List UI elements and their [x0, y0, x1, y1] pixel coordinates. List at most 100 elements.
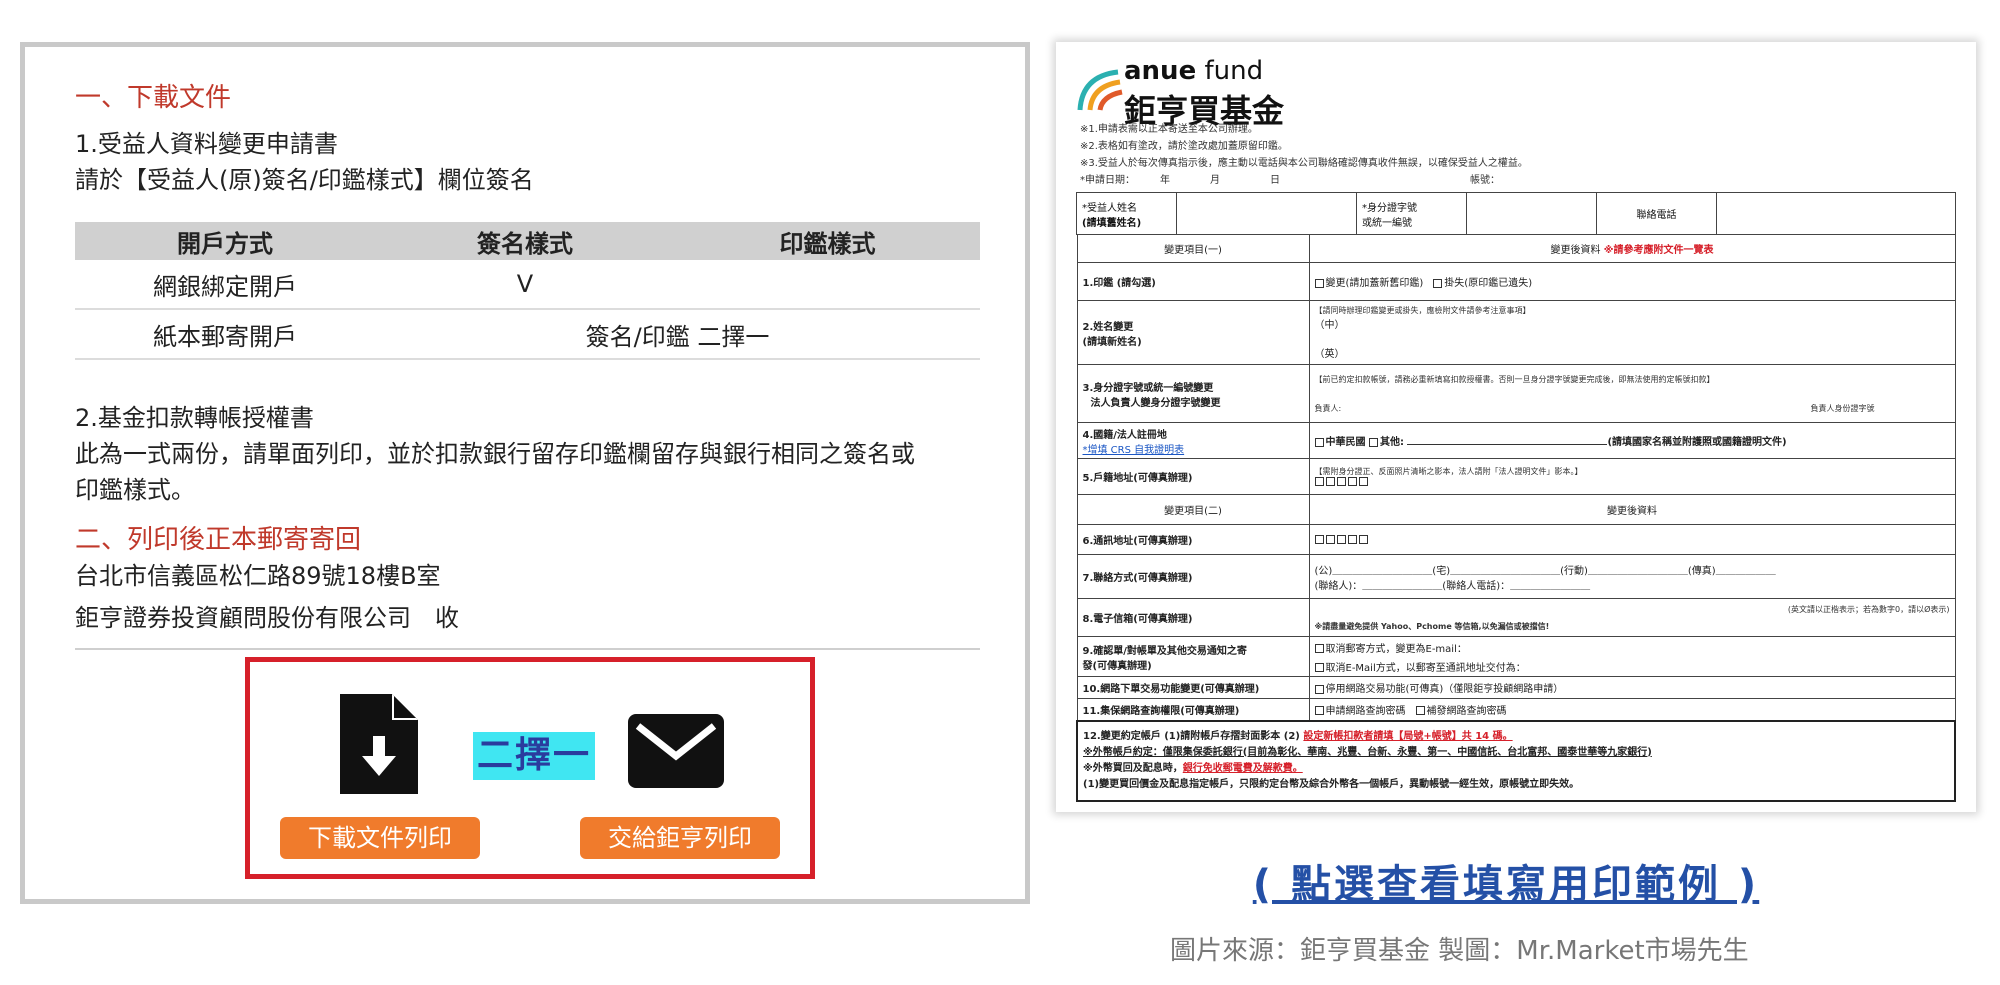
table-row: 8.電子信箱(可傳真辦理) (英文請以正楷表示；若為數字0，請以Ø表示) ※請盡量…	[1076, 598, 1956, 637]
row-note: (英文請以正楷表示；若為數字0，請以Ø表示)	[1787, 604, 1950, 614]
row-label-contact: 7.聯絡方式(可傳真辦理)	[1076, 554, 1310, 599]
row-sub-label: 負責人身份證字號	[1810, 403, 1875, 413]
section2-title: 二、列印後正本郵寄寄回	[75, 525, 362, 555]
table-row: 5.戶籍地址(可傳真辦理) 【需附身分證正、反面照片清晰之影本，法人請附「法人證…	[1076, 458, 1956, 495]
crs-link[interactable]: *增填 CRS 自我證明表	[1083, 441, 1304, 456]
item2-desc-line1: 此為一式兩份，請單面列印，並於扣款銀行留存印鑑欄留存與銀行相同之簽名或	[75, 440, 915, 468]
form-table: *受益人姓名 (請填舊姓名) *身分證字號 或統一編號 聯絡電話	[1076, 192, 1956, 235]
checkbox[interactable]	[1314, 706, 1324, 716]
label-name-note: (請填舊姓名)	[1082, 217, 1142, 229]
option-text: 中華民國	[1325, 437, 1366, 448]
table-row: 9.確認單/對帳單及其他交易通知之寄 發(可傳真辦理) 取消郵寄方式，變更為E-m…	[1076, 636, 1956, 677]
header-after-1: 變更後資料 ※請參考應附文件一覽表	[1308, 234, 1956, 263]
item1-title: 1.受益人資料變更申請書	[75, 130, 338, 158]
row-label-query: 11.集保網路查詢權限(可傳真辦理)	[1076, 698, 1310, 721]
either-one-badge: 二擇一	[473, 732, 595, 780]
label-name: *受益人姓名	[1082, 202, 1137, 214]
col-header-signature: 簽名樣式	[477, 229, 573, 258]
cell-merged-choice: 簽名/印鑑 二擇一	[585, 322, 770, 351]
table-header: 開戶方式 簽名樣式 印鑑樣式	[75, 222, 980, 260]
row-zh: （中）	[1314, 320, 1345, 331]
label-id: *身分證字號	[1362, 202, 1417, 214]
checkbox[interactable]	[1314, 278, 1324, 288]
table-row: 12.變更約定帳戶 (1)請附帳戶存摺封面影本 (2) 設定新帳扣款者請填【局號…	[1076, 719, 1956, 802]
table-row: 紙本郵寄開戶 簽名/印鑑 二擇一	[75, 310, 980, 360]
account-change-text: ※外幣買回及配息時，	[1083, 762, 1183, 774]
contact-line: (公)＿＿＿＿＿＿＿＿＿＿(宅)＿＿＿＿＿＿＿＿＿＿＿(行動)＿＿＿＿＿＿＿＿＿…	[1314, 565, 1776, 577]
mail-print-button[interactable]: 交給鉅亨列印	[580, 817, 780, 859]
beneficiary-change-form-preview[interactable]: anue fund 鉅亨買基金 ※1.申請表需以正本寄送至本公司辦理。 ※2.表…	[1056, 42, 1976, 812]
table-row: 2.姓名變更 (請填新姓名) 【請同時辦理印鑑變更或掛失，應檢附文件請參考注意事項…	[1076, 300, 1956, 365]
logo-english: anue fund	[1124, 56, 1264, 86]
row-label-email: 8.電子信箱(可傳真辦理)	[1076, 598, 1310, 637]
row-note: 【需附身分證正、反面照片清晰之影本，法人請附「法人證明文件」影本。】	[1314, 466, 1583, 476]
form-note: ※1.申請表需以正本寄送至本公司辦理。	[1080, 124, 1258, 135]
print-option-box: 二擇一 下載文件列印 交給鉅亨列印	[245, 657, 815, 879]
table-row: 11.集保網路查詢權限(可傳真辦理) 申請網路查詢密碼 補發網路查詢密碼	[1076, 698, 1956, 721]
checkbox[interactable]	[1368, 437, 1378, 447]
table-row: 10.網路下單交易功能變更(可傳真辦理) 停用網路交易功能(可傳真)（僅限鉅亨投…	[1076, 676, 1956, 699]
row-sub-label: 負責人:	[1314, 403, 1342, 413]
cell-method: 網銀綁定開戶	[153, 272, 297, 301]
table-row: 1.印鑑 (請勾選) 變更(請加蓋新舊印鑑) 掛失(原印鑑已遺失)	[1076, 262, 1956, 301]
row-label-id-change: 3.身分證字號或統一編號變更	[1082, 382, 1214, 394]
row-label-statement-2: 發(可傳真辦理)	[1082, 660, 1152, 672]
section1-title: 一、下載文件	[75, 83, 232, 113]
field-id[interactable]	[1466, 192, 1597, 235]
option-note: (請填國家名稱並附護照或國籍證明文件)	[1607, 437, 1787, 448]
image-source-credit: 圖片來源：鉅亨買基金 製圖：Mr.Market市場先生	[1170, 936, 1749, 966]
checkbox[interactable]	[1314, 437, 1324, 447]
table-row: *受益人姓名 (請填舊姓名) *身分證字號 或統一編號 聯絡電話	[1076, 192, 1956, 235]
form-note: *申請日期： 年 月 日 帳號：	[1080, 175, 1500, 186]
row-label-id-change-2: 法人負責人變身分證字號變更	[1090, 397, 1221, 409]
row-note: 【前已約定扣款帳號，請務必重新填寫扣款授權書。否則一旦身分證字號變更完成後，即無…	[1314, 374, 1715, 384]
header-items-1: 變更項目(一)	[1076, 234, 1310, 263]
field-name[interactable]	[1176, 192, 1357, 235]
option-text: 掛失(原印鑑已遺失)	[1444, 278, 1533, 289]
table-row: 網銀綁定開戶 V	[75, 260, 980, 310]
row-label-nationality: 4.國籍/法人註冊地	[1082, 429, 1167, 441]
view-example-link[interactable]: ( 點選查看填寫用印範例 )	[1216, 852, 1796, 910]
download-instructions-panel: 一、下載文件 1.受益人資料變更申請書 請於【受益人(原)簽名/印鑑樣式】欄位簽…	[20, 42, 1030, 904]
account-change-red: 設定新帳扣款者請填【局號+帳號】共 14 碼。	[1303, 730, 1513, 742]
account-change-text: ※外幣帳戶約定：僅限集保委託銀行(目前為彰化、華南、兆豐、台新、永豐、第一、中國…	[1083, 746, 1652, 758]
row-note: 【請同時辦理印鑑變更或掛失，應檢附文件請參考注意事項】	[1314, 306, 1531, 315]
row-label-statement: 9.確認單/對帳單及其他交易通知之寄	[1082, 645, 1247, 657]
envelope-icon	[628, 714, 724, 788]
row-label-seal: 1.印鑑 (請勾選)	[1076, 262, 1310, 301]
col-header-seal: 印鑑樣式	[779, 229, 876, 258]
checkbox[interactable]	[1415, 706, 1425, 716]
form-note: ※3.受益人於每次傳真指示後，應主動以電話與本公司聯絡確認傳真收件無誤，以確保受…	[1080, 158, 1528, 169]
cell-method: 紙本郵寄開戶	[153, 322, 297, 351]
table-row: 變更項目(二) 變更後資料	[1076, 494, 1956, 525]
option-text: 補發網路查詢密碼	[1426, 705, 1507, 717]
change-items-table: 變更項目(一) 變更後資料 ※請參考應附文件一覽表 1.印鑑 (請勾選) 變更(…	[1076, 234, 1956, 802]
option-text: 停用網路交易功能(可傳真)（僅限鉅亨投顧網路申請）	[1325, 684, 1564, 695]
header-items-2: 變更項目(二)	[1076, 494, 1310, 525]
table-row: 變更項目(一) 變更後資料 ※請參考應附文件一覽表	[1076, 234, 1956, 263]
checkbox[interactable]	[1314, 684, 1324, 694]
row-note: ※請盡量避免提供 Yahoo、Pchome 等信箱,以免漏信或被擋信!	[1314, 621, 1550, 631]
option-text: 取消E-Mail方式，以郵寄至通訊地址交付為：	[1325, 662, 1526, 674]
item2-title: 2.基金扣款轉帳授權書	[75, 404, 314, 432]
label-id-note: 或統一編號	[1362, 217, 1412, 229]
mailing-address: 台北市信義區松仁路89號18樓B室	[75, 562, 441, 590]
divider	[75, 648, 980, 650]
checkbox[interactable]	[1433, 278, 1443, 288]
checkbox[interactable]	[1314, 663, 1324, 672]
field-phone[interactable]	[1716, 192, 1956, 235]
row-label-mail-address: 6.通訊地址(可傳真辦理)	[1076, 524, 1310, 555]
label-phone: 聯絡電話	[1596, 192, 1717, 235]
form-note: ※2.表格如有塗改，請於塗改處加蓋原留印鑑。	[1080, 141, 1288, 152]
signature-method-table: 開戶方式 簽名樣式 印鑑樣式 網銀綁定開戶 V 紙本郵寄開戶 簽名/印鑑 二擇一	[75, 222, 980, 360]
table-row: 3.身分證字號或統一編號變更法人負責人變身分證字號變更 【前已約定扣款帳號，請務…	[1076, 364, 1956, 423]
account-change-text: 12.變更約定帳戶 (1)請附帳戶存摺封面影本 (2)	[1083, 730, 1300, 742]
checkbox[interactable]	[1314, 644, 1324, 653]
col-header-method: 開戶方式	[177, 229, 273, 258]
option-text: 取消郵寄方式，變更為E-mail：	[1325, 643, 1467, 655]
document-download-icon	[340, 694, 418, 794]
table-row: 4.國籍/法人註冊地 *增填 CRS 自我證明表 中華民國 其他: (請填國家名稱…	[1076, 422, 1956, 459]
download-print-button[interactable]: 下載文件列印	[280, 817, 480, 859]
header-after-2: 變更後資料	[1308, 494, 1956, 525]
option-text: 其他:	[1379, 437, 1404, 448]
